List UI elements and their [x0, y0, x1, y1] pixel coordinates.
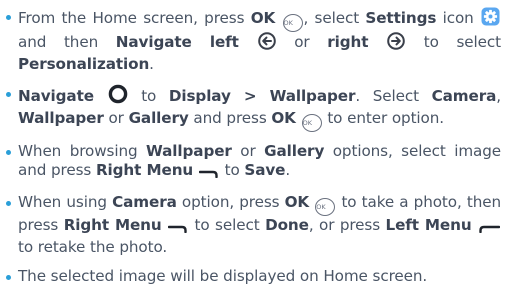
step-text: to select — [189, 216, 266, 234]
settings-label: Settings — [365, 9, 437, 27]
list-item: When browsing Wallpaper or Gallery optio… — [4, 142, 501, 183]
step-text: , or press — [308, 216, 386, 234]
wallpaper-label: Wallpaper — [18, 109, 104, 127]
instruction-list: From the Home screen, press OK OK, selec… — [4, 7, 501, 286]
done-label: Done — [265, 216, 309, 234]
navigate-right-label: right — [327, 33, 369, 51]
left-menu-label: Left Menu — [385, 216, 472, 234]
key-label-ok: OK — [250, 9, 276, 27]
step-text: to — [219, 161, 245, 179]
list-item: The selected image will be displayed on … — [4, 267, 501, 286]
settings-gear-icon — [481, 7, 500, 31]
step-text: or — [276, 33, 328, 51]
right-menu-key-icon — [167, 219, 188, 238]
step-text: When browsing — [18, 142, 147, 160]
step-text: and press — [188, 109, 272, 127]
display-wallpaper-path: Display > Wallpaper — [168, 87, 356, 105]
navigation-ring-icon — [108, 84, 128, 109]
step-text: . — [149, 55, 154, 73]
navigate-left-label: Navigate left — [115, 33, 239, 51]
wallpaper-label: Wallpaper — [146, 142, 232, 160]
right-menu-key-icon — [198, 164, 219, 183]
navigate-right-icon — [387, 32, 405, 55]
ok-button-icon: OK — [315, 198, 336, 216]
step-text: or — [103, 109, 129, 127]
step-text: From the Home screen, press — [18, 9, 251, 27]
personalization-label: Personalization — [18, 55, 150, 73]
right-menu-label: Right Menu — [95, 161, 194, 179]
step-text: option, press — [176, 193, 285, 211]
camera-label: Camera — [431, 87, 497, 105]
list-item: Navigate to Display > Wallpaper. Select … — [4, 84, 501, 132]
step-text: or — [231, 142, 265, 160]
step-text: and then — [18, 33, 116, 51]
camera-label: Camera — [112, 193, 177, 211]
gallery-label: Gallery — [128, 109, 189, 127]
navigate-label: Navigate — [18, 87, 94, 105]
step-text: When using — [18, 193, 113, 211]
step-text: . — [285, 161, 291, 179]
key-label-ok: OK — [284, 193, 310, 211]
right-menu-label: Right Menu — [63, 216, 162, 234]
step-text: to select — [406, 33, 501, 51]
list-item: When using Camera option, press OK OK to… — [4, 193, 501, 257]
ok-button-icon: OK — [301, 114, 322, 132]
step-text: , — [496, 87, 501, 105]
step-text: The selected image will be displayed on … — [18, 267, 428, 285]
step-text: to retake the photo. — [18, 238, 168, 256]
step-text: , select — [303, 9, 366, 27]
save-label: Save — [244, 161, 286, 179]
step-text: to enter option. — [322, 109, 444, 127]
instructions-document: From the Home screen, press OK OK, selec… — [0, 0, 505, 285]
gallery-label: Gallery — [264, 142, 325, 160]
step-text: to — [128, 87, 169, 105]
step-text: . Select — [355, 87, 432, 105]
left-menu-key-icon — [478, 219, 501, 238]
key-label-ok: OK — [271, 109, 296, 127]
ok-button-icon: OK — [282, 14, 303, 32]
list-item: From the Home screen, press OK OK, selec… — [4, 7, 501, 74]
navigate-left-icon — [257, 32, 276, 55]
step-text: icon — [436, 9, 480, 27]
